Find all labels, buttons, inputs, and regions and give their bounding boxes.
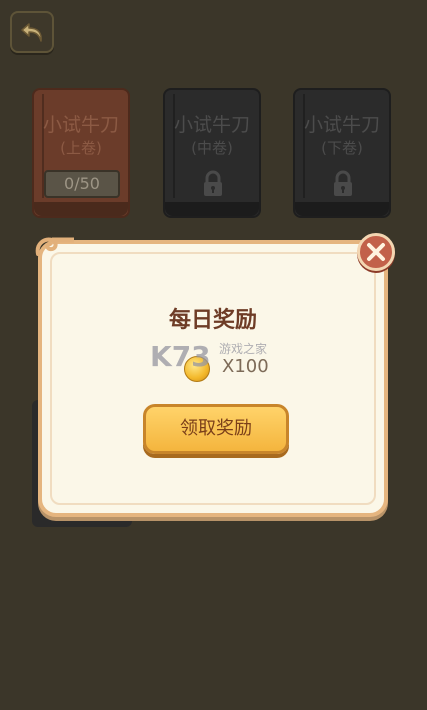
book-title: 小试牛刀 (173, 114, 250, 136)
book-title: 小试牛刀 (303, 114, 380, 136)
lock-icon (204, 170, 222, 196)
book-subtitle: (上卷) (60, 139, 102, 157)
dialog-title: 每日奖励 (168, 308, 257, 333)
watermark-site: 游戏之家 (219, 342, 268, 356)
book-bottom (165, 202, 259, 216)
book-volume-2[interactable]: 小试牛刀 (中卷) (163, 88, 261, 218)
close-button[interactable] (357, 233, 395, 271)
scroll-ornament-icon (35, 237, 74, 256)
book-title: 小试牛刀 (42, 114, 119, 136)
back-button[interactable] (10, 11, 54, 53)
book-subtitle: (下卷) (321, 139, 363, 157)
daily-reward-dialog: 每日奖励 X100 领取奖励 (35, 237, 388, 517)
book-bottom (295, 202, 389, 216)
reward-amount: X100 (222, 356, 269, 377)
progress-counter: 0/50 (44, 170, 120, 198)
claim-reward-button[interactable]: 领取奖励 (143, 404, 289, 454)
book-volume-1[interactable]: 小试牛刀 (上卷) 0/50 (32, 88, 130, 218)
book-bottom (34, 202, 128, 216)
lock-icon (334, 170, 352, 196)
dialog-inner-border (50, 252, 376, 505)
back-arrow-icon (21, 23, 42, 42)
book-volume-3[interactable]: 小试牛刀 (下卷) (293, 88, 391, 218)
close-icon (367, 243, 385, 261)
watermark-logo: K73 (150, 340, 211, 373)
book-subtitle: (中卷) (191, 139, 233, 157)
